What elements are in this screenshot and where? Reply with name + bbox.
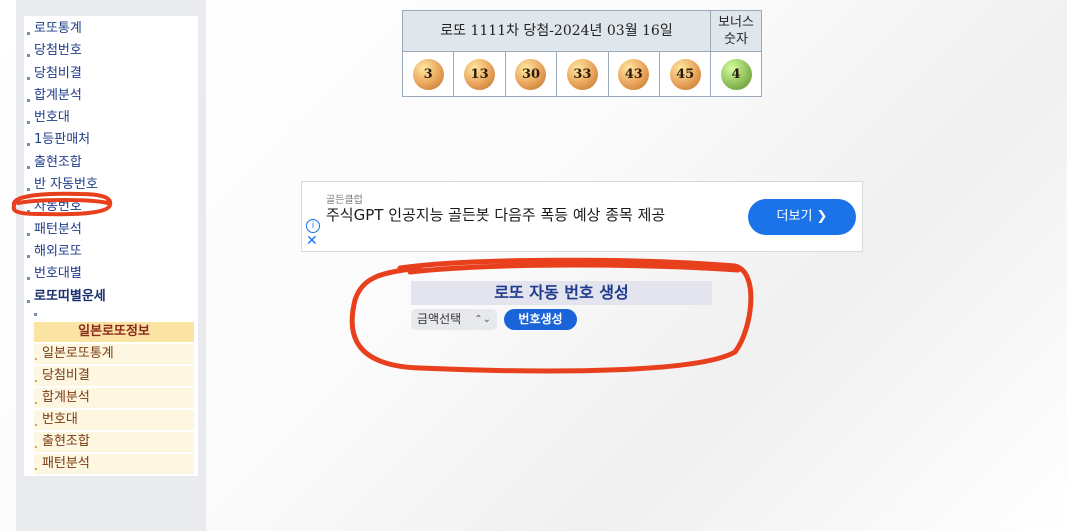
number-cell: 30 [506,52,558,96]
bullet-icon [27,121,30,125]
sidebar-item-label: 당첨비결 [34,65,82,81]
number-ball: 13 [464,58,496,90]
japan-lotto-menu: 일본로또통계 당첨비결 합계분석 번호대 출현조합 패턴분석 [34,344,194,476]
bullet-icon [35,402,37,404]
sidebar-item-overseas-lotto[interactable]: 해외로또 [24,241,198,263]
number-ball: 30 [515,58,547,90]
sidebar-item-label: 합계분석 [34,87,82,103]
sidebar-menu-box: 로또통계 당첨번호 당첨비결 합계분석 번호대 1등판매처 출현조합 반 자동번… [24,16,198,476]
sidebar-item-winning-tips[interactable]: 당첨비결 [24,63,198,85]
number-cell: 13 [454,52,506,96]
bullet-icon [27,254,30,258]
info-icon[interactable]: i [306,219,320,233]
generate-numbers-button[interactable]: 번호생성 [504,309,577,330]
sidebar-item-first-prize-stores[interactable]: 1등판매처 [24,129,198,151]
number-cell: 45 [660,52,712,96]
sidebar-item-number-range[interactable]: 번호대 [24,107,198,129]
sidebar-item-label: 로또통계 [34,21,82,36]
sidebar-item-label: 번호대 [34,110,70,126]
ad-headline[interactable]: 주식GPT 인공지능 골든봇 다음주 폭등 예상 종목 제공 [326,206,726,225]
japan-item-pattern-analysis[interactable]: 패턴분석 [34,454,194,474]
sidebar-item-label: 1등판매처 [34,132,91,148]
number-ball: 3 [412,58,444,90]
japan-item-combinations[interactable]: 출현조합 [34,432,194,452]
draw-title: 로또 1111차 당첨-2024년 03월 16일 [403,11,711,52]
bonus-cell: 4 [711,52,761,96]
number-ball: 43 [618,58,650,90]
sidebar-item-label: 로또띠별운세 [34,288,106,304]
sidebar-item-label: 출현조합 [34,154,82,170]
number-ball: 45 [669,58,701,90]
japan-item-label: 합계분석 [42,390,90,405]
sidebar-item-label: 패턴분석 [34,221,82,237]
japan-item-label: 번호대 [42,412,78,427]
japan-item-stats[interactable]: 일본로또통계 [34,344,194,364]
amount-select-value: 금액선택 [417,312,462,326]
japan-item-label: 당첨비결 [42,368,90,383]
sidebar-item-semi-auto[interactable]: 반 자동번호 [24,174,198,196]
japan-item-label: 출현조합 [42,434,90,449]
bullet-icon [27,188,30,192]
bullet-icon [27,277,30,281]
bullet-icon [27,143,30,147]
japan-item-label: 패턴분석 [42,456,90,471]
bullet-icon [35,468,37,470]
close-icon[interactable]: ✕ [306,234,318,248]
bonus-header: 보너스 숫자 [711,11,761,52]
select-arrows-icon: ⌃⌄ [474,314,491,325]
sidebar-item-label: 당첨번호 [34,43,82,59]
sidebar-item-label: 번호대별 [34,266,82,282]
japan-item-label: 일본로또통계 [42,346,114,361]
sidebar-item-winning-numbers[interactable]: 당첨번호 [24,40,198,62]
bullet-icon [35,358,37,360]
sidebar-item-lotto-stats[interactable]: 로또통계 [24,18,198,40]
sidebar-item-sum-analysis[interactable]: 합계분석 [24,85,198,107]
ad-banner[interactable]: 골든클럽 주식GPT 인공지능 골든봇 다음주 폭등 예상 종목 제공 i ✕ … [301,181,863,252]
sidebar-item-label: 해외로또 [34,243,82,259]
amount-select[interactable]: 금액선택 ⌃⌄ [411,309,497,330]
bullet-icon [35,380,37,382]
sidebar-item-pattern-analysis[interactable]: 패턴분석 [24,219,198,241]
ad-sponsor: 골든클럽 [326,195,363,206]
japan-item-number-range[interactable]: 번호대 [34,410,194,430]
bullet-icon [34,313,37,316]
japan-lotto-title: 일본로또정보 [34,322,194,342]
lotto-menu: 로또통계 당첨번호 당첨비결 합계분석 번호대 1등판매처 출현조합 반 자동번… [24,18,198,308]
japan-item-winning-tips[interactable]: 당첨비결 [34,366,194,386]
sidebar-item-auto-numbers[interactable]: 자동번호 [24,196,198,218]
japan-item-sum-analysis[interactable]: 합계분석 [34,388,194,408]
bullet-icon [27,54,30,58]
bonus-ball: 4 [720,58,752,90]
sidebar-item-label: 자동번호 [34,199,82,215]
bullet-icon [35,424,37,426]
sidebar-item-zodiac-fortune[interactable]: 로또띠별운세 [24,286,198,308]
winning-numbers-table: 로또 1111차 당첨-2024년 03월 16일 보너스 숫자 3 13 30… [402,10,762,97]
bullet-icon [35,446,37,448]
bullet-icon [27,210,30,214]
bullet-icon [27,299,30,303]
bullet-icon [27,98,30,102]
bullet-icon [27,165,30,169]
number-ball: 33 [566,58,598,90]
number-cell: 33 [557,52,609,96]
bullet-icon [27,32,30,35]
number-cell: 43 [609,52,660,96]
bullet-icon [27,232,30,236]
number-cell: 3 [403,52,455,96]
generator-title: 로또 자동 번호 생성 [411,281,712,305]
sidebar-item-by-range[interactable]: 번호대별 [24,263,198,285]
sidebar-item-combinations[interactable]: 출현조합 [24,152,198,174]
sidebar-item-label: 반 자동번호 [34,177,98,193]
bullet-icon [27,76,30,80]
sidebar: 로또통계 당첨번호 당첨비결 합계분석 번호대 1등판매처 출현조합 반 자동번… [16,0,206,531]
ad-more-button[interactable]: 더보기 ❯ [748,199,856,235]
